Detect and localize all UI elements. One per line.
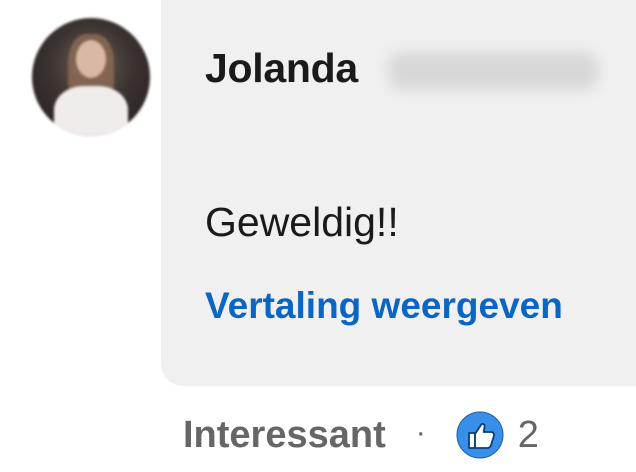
avatar-face [76, 40, 106, 78]
avatar[interactable] [32, 18, 150, 136]
reaction-count[interactable]: 2 [518, 414, 539, 457]
like-thumbs-up-icon[interactable] [456, 411, 504, 459]
show-translation-link[interactable]: Vertaling weergeven [205, 285, 563, 327]
comment-author-name[interactable]: Jolanda [205, 45, 358, 92]
comment-text: Geweldig!! [205, 199, 399, 245]
react-button[interactable]: Interessant [183, 414, 386, 457]
redacted-last-name [388, 52, 598, 90]
avatar-shirt [54, 86, 128, 136]
comment-actions: Interessant · 2 [183, 411, 539, 459]
separator-dot: · [415, 416, 426, 449]
